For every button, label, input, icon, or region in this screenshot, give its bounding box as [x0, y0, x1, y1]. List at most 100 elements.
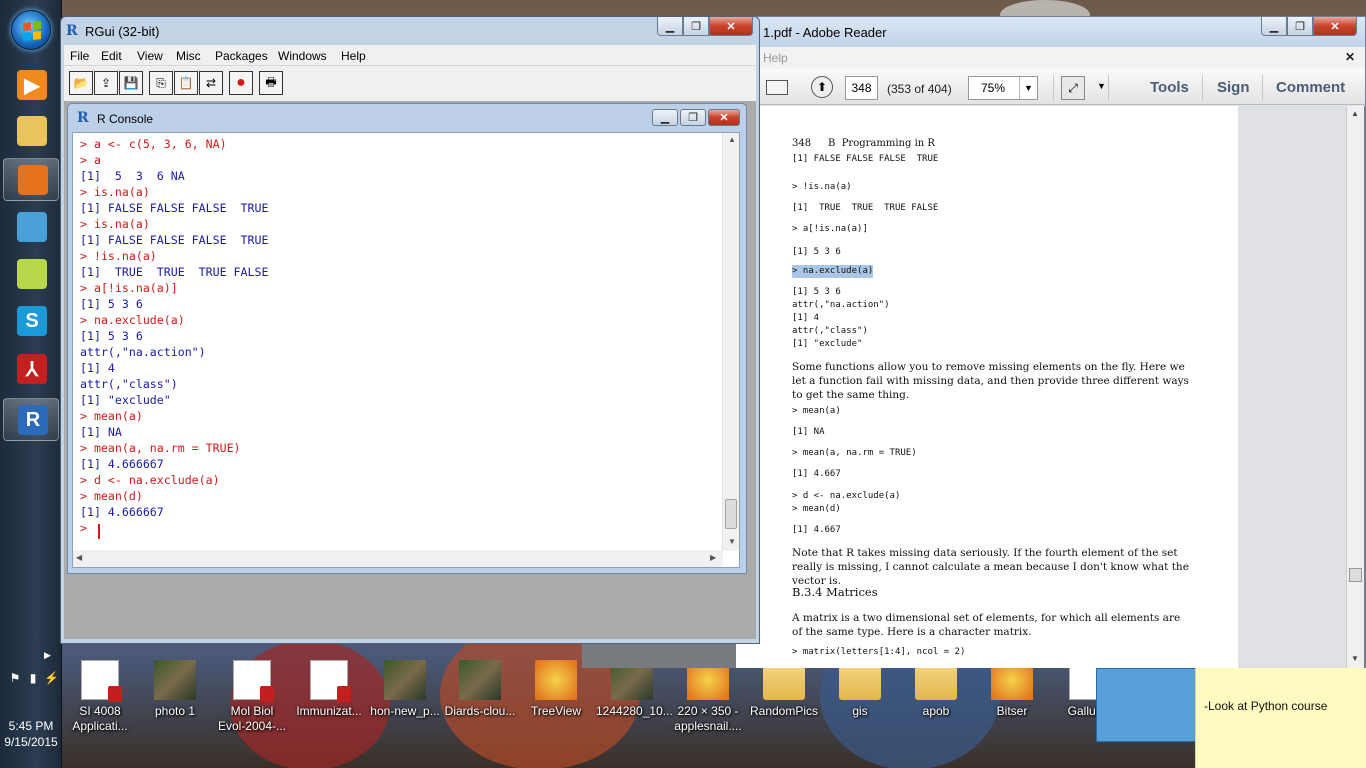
- desktop-icon[interactable]: 220 × 350 - applesnail....: [672, 660, 744, 734]
- desktop-icon[interactable]: Mol Biol Evol-2004-...: [216, 660, 288, 734]
- tools-link[interactable]: Tools: [1150, 79, 1189, 96]
- sticky-note[interactable]: -Look at Python course: [1195, 668, 1366, 768]
- taskbar-button[interactable]: R: [3, 398, 59, 441]
- console-input-line: > d <- na.exclude(a): [80, 473, 220, 487]
- fit-page-icon[interactable]: ⤢: [1061, 76, 1085, 100]
- copy-icon[interactable]: ⎘: [149, 71, 173, 95]
- page-number-input[interactable]: 348: [845, 76, 878, 100]
- taskbar-button[interactable]: ⅄: [3, 348, 59, 391]
- desktop-icon[interactable]: Diards-clou...: [444, 660, 516, 719]
- pdf-code-line: [1] 4: [792, 313, 820, 323]
- vertical-scrollbar[interactable]: ▲ ▼: [722, 133, 739, 551]
- pdf-code-line: [1] 4.667: [792, 525, 841, 535]
- maximize-button[interactable]: ❐: [1287, 17, 1313, 36]
- console-output-line: attr(,"na.action"): [80, 345, 206, 359]
- maximize-button[interactable]: ❐: [683, 17, 709, 36]
- photo-icon: [154, 660, 196, 700]
- console-output[interactable]: ▲ ▼ ◀ ▶ > a <- c(5, 3, 6, NA) > a [1] 5 3 …: [72, 132, 740, 568]
- scroll-down-icon[interactable]: ▼: [1351, 654, 1359, 663]
- rgui-titlebar[interactable]: R RGui (32-bit) ▁ ❐ ✕: [61, 17, 759, 45]
- desktop-icon[interactable]: RandomPics: [748, 660, 820, 719]
- desktop-icon[interactable]: SI 4008 Applicati...: [64, 660, 136, 734]
- previous-page-button[interactable]: ⬆: [811, 76, 833, 98]
- scroll-right-icon[interactable]: ▶: [710, 553, 716, 562]
- toolbar-divider: [1108, 75, 1109, 101]
- taskbar-button[interactable]: [3, 158, 59, 201]
- pdf-code-line: > a[!is.na(a)]: [792, 224, 868, 234]
- zoom-select[interactable]: 75% ▼: [968, 76, 1038, 100]
- action-center-icon[interactable]: ⚑: [8, 671, 22, 685]
- scroll-up-icon[interactable]: ▲: [728, 135, 736, 144]
- taskbar-button[interactable]: S: [3, 300, 59, 343]
- minimize-button[interactable]: ▁: [652, 109, 678, 126]
- horizontal-scrollbar[interactable]: ◀ ▶: [73, 550, 723, 567]
- close-button[interactable]: ✕: [708, 109, 740, 126]
- desktop-icon[interactable]: Immunizat...: [293, 660, 365, 719]
- sticky-notes-icon: [17, 259, 47, 289]
- desktop-icon[interactable]: photo 1: [139, 660, 211, 719]
- desktop-icon[interactable]: hon-new_p...: [369, 660, 441, 719]
- desktop-icon[interactable]: apob: [900, 660, 972, 719]
- scroll-down-icon[interactable]: ▼: [728, 537, 736, 546]
- close-document-icon[interactable]: ✕: [1345, 50, 1355, 64]
- console-input-line: > a[!is.na(a)]: [80, 281, 178, 295]
- console-input-line: > mean(a): [80, 409, 143, 423]
- minimize-button[interactable]: ▁: [657, 17, 683, 36]
- clock[interactable]: 5:45 PM 9/15/2015: [0, 718, 62, 750]
- paste-icon[interactable]: 📋: [174, 71, 198, 95]
- stop-icon[interactable]: ●: [229, 71, 253, 95]
- console-output-line: [1] "exclude": [80, 393, 171, 407]
- load-workspace-icon[interactable]: ⇪: [94, 71, 118, 95]
- copy-paste-icon[interactable]: ⇄: [199, 71, 223, 95]
- scroll-up-icon[interactable]: ▲: [1351, 109, 1359, 118]
- taskbar-button[interactable]: ▶: [3, 64, 59, 107]
- email-icon[interactable]: [766, 80, 788, 95]
- taskbar-button[interactable]: [3, 206, 59, 249]
- desktop-icon-label: Diards-clou...: [444, 704, 516, 718]
- menu-edit[interactable]: Edit: [101, 49, 122, 63]
- save-workspace-icon[interactable]: 💾: [119, 71, 143, 95]
- menu-windows[interactable]: Windows: [278, 49, 327, 63]
- clock-date: 9/15/2015: [4, 735, 58, 749]
- console-input-line: > !is.na(a): [80, 249, 157, 263]
- menu-help[interactable]: Help: [763, 51, 788, 65]
- desktop-icon[interactable]: TreeView: [520, 660, 592, 719]
- console-titlebar[interactable]: R R Console ▁ ❐ ✕: [68, 104, 746, 132]
- console-input-line: > mean(a, na.rm = TRUE): [80, 441, 241, 455]
- taskbar-button[interactable]: [3, 110, 59, 153]
- toolbar-divider: [1053, 75, 1054, 101]
- photo-icon: [384, 660, 426, 700]
- sign-link[interactable]: Sign: [1217, 79, 1250, 96]
- windows-logo-icon: [23, 21, 41, 41]
- print-icon[interactable]: 🖶: [259, 71, 283, 95]
- power-icon[interactable]: ⚡: [44, 671, 59, 685]
- close-button[interactable]: ✕: [1313, 17, 1357, 36]
- desktop-icon[interactable]: gis: [824, 660, 896, 719]
- menu-view[interactable]: View: [137, 49, 163, 63]
- close-button[interactable]: ✕: [709, 17, 753, 36]
- open-script-icon[interactable]: 📂: [69, 71, 93, 95]
- start-button[interactable]: [11, 10, 51, 50]
- scroll-left-icon[interactable]: ◀: [76, 553, 82, 562]
- menu-packages[interactable]: Packages: [215, 49, 268, 63]
- desktop-icon[interactable]: Bitser: [976, 660, 1048, 719]
- scrollbar-thumb[interactable]: [725, 499, 737, 529]
- menu-file[interactable]: File: [70, 49, 89, 63]
- minimize-button[interactable]: ▁: [1261, 17, 1287, 36]
- console-output-line: [1] 5 3 6: [80, 297, 143, 311]
- show-hidden-icons-chevron[interactable]: ▶: [44, 650, 51, 661]
- chevron-down-icon[interactable]: ▼: [1019, 77, 1037, 99]
- menu-misc[interactable]: Misc: [176, 49, 201, 63]
- pdf-code-line: [1] FALSE FALSE FALSE TRUE: [792, 154, 939, 164]
- pdf-page[interactable]: 348 B Programming in R [1] FALSE FALSE F…: [736, 106, 1238, 668]
- network-icon[interactable]: ▮: [26, 671, 40, 685]
- desktop-icon[interactable]: 1244280_10...: [596, 660, 673, 719]
- comment-link[interactable]: Comment: [1276, 79, 1345, 96]
- chevron-down-icon[interactable]: ▼: [1097, 81, 1106, 91]
- taskbar-button[interactable]: [3, 253, 59, 296]
- maximize-button[interactable]: ❐: [680, 109, 706, 126]
- console-input-line: >: [80, 521, 94, 535]
- scrollbar-thumb[interactable]: [1349, 568, 1362, 582]
- menu-help[interactable]: Help: [341, 49, 366, 63]
- vertical-scrollbar[interactable]: ▲ ▼: [1346, 106, 1364, 668]
